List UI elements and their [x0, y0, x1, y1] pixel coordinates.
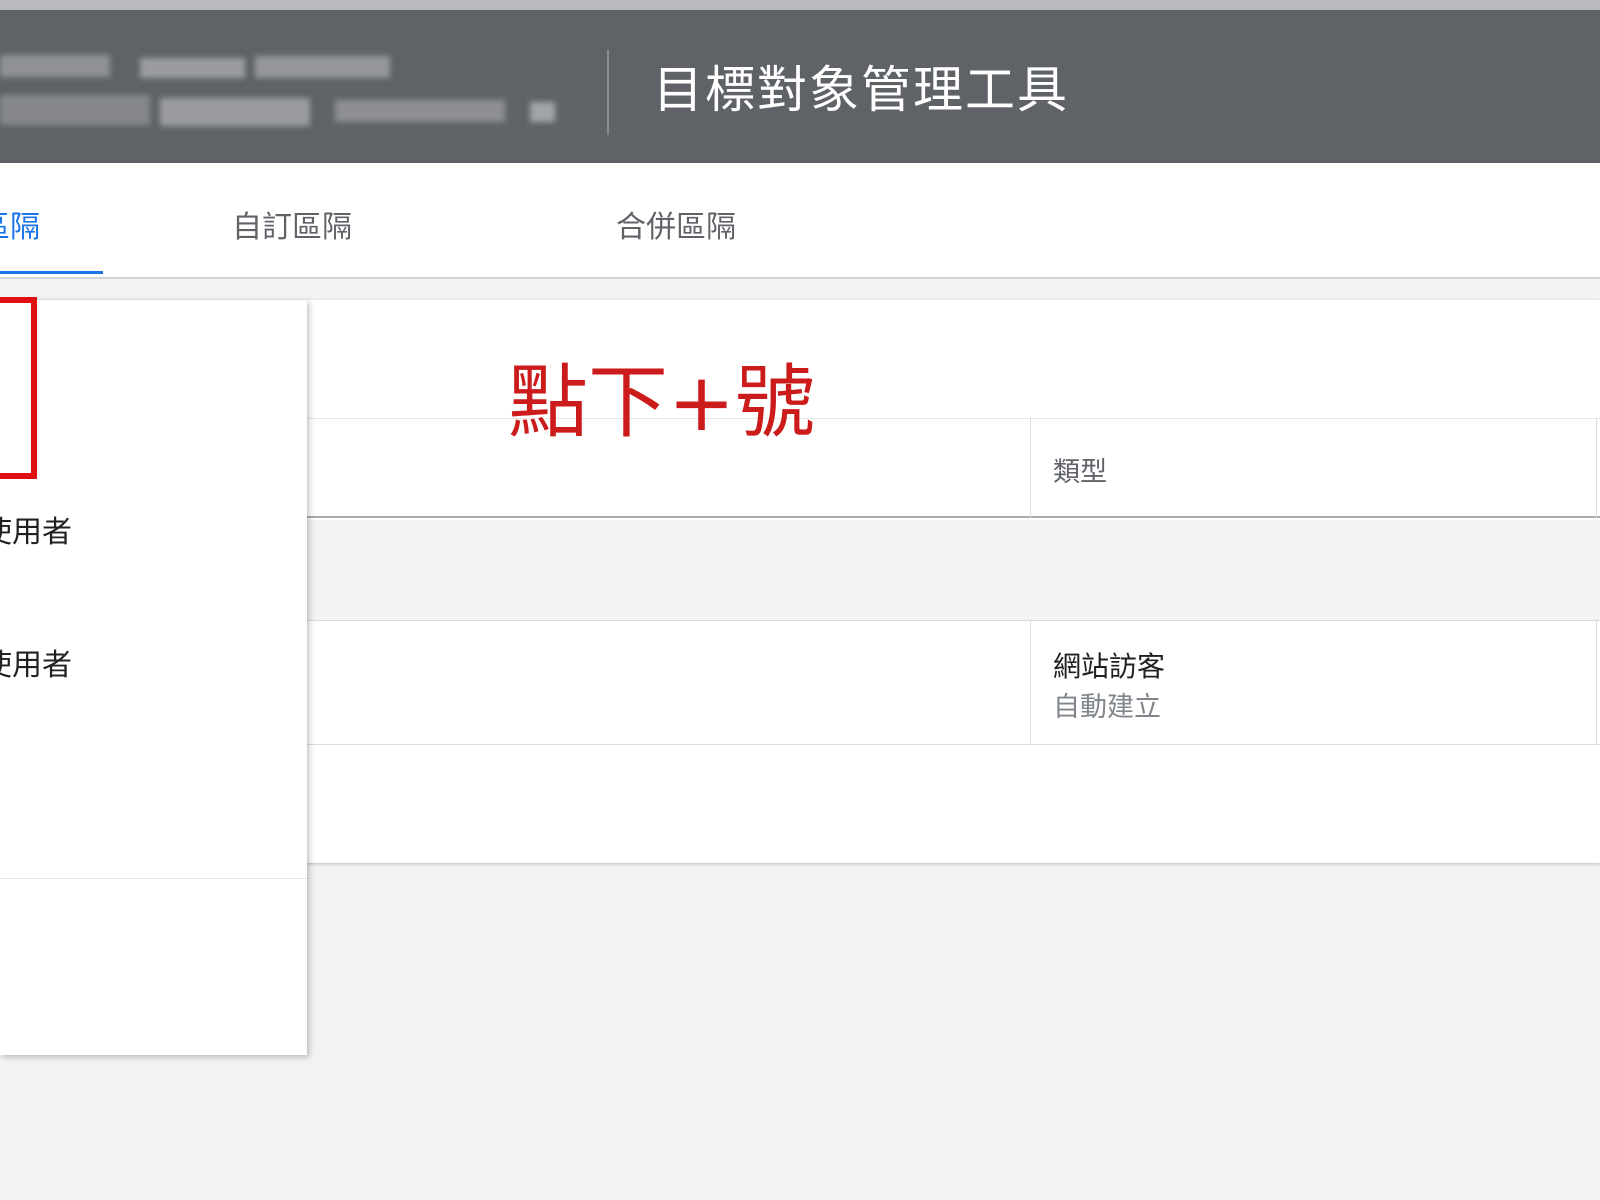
tab-segments[interactable]: 區隔 — [0, 203, 40, 253]
menu-divider — [0, 878, 307, 879]
page-title: 目標對象管理工具 — [653, 61, 1069, 119]
menu-item-users[interactable]: 使用者 — [0, 507, 72, 551]
annotation-text: 點下+號 — [508, 356, 816, 449]
active-tab-indicator — [0, 271, 103, 274]
segment-dropdown-panel: 使用者 使用者 — [0, 297, 307, 1055]
column-divider — [1596, 418, 1597, 518]
column-divider — [1030, 620, 1031, 745]
column-header-type[interactable]: 類型 — [1053, 450, 1107, 489]
window-top-edge — [0, 0, 1600, 10]
row-type-value: 網站訪客 — [1053, 650, 1166, 683]
blurred-account-info — [0, 10, 570, 163]
tab-bar: 區隔 自訂區隔 合併區隔 — [0, 163, 1600, 279]
row-type-subtext: 自動建立 — [1053, 692, 1161, 723]
app-header: 目標對象管理工具 — [0, 10, 1600, 163]
highlight-box — [0, 297, 37, 479]
column-divider — [1596, 620, 1597, 745]
tab-custom-segments[interactable]: 自訂區隔 — [232, 203, 352, 253]
header-divider — [607, 50, 609, 135]
tab-merged-segments[interactable]: 合併區隔 — [616, 203, 736, 253]
column-divider — [1030, 418, 1031, 518]
menu-item-users-2[interactable]: 使用者 — [0, 640, 72, 684]
